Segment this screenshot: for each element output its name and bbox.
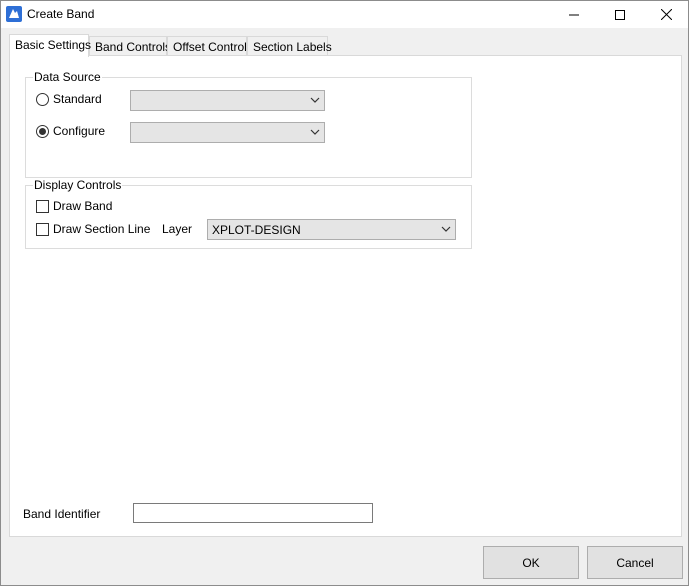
chevron-down-icon <box>310 97 320 103</box>
draw-section-line-checkbox[interactable] <box>36 223 49 236</box>
minimize-icon <box>569 14 579 15</box>
standard-label: Standard <box>53 92 102 106</box>
configure-radio[interactable] <box>36 125 49 138</box>
band-identifier-label: Band Identifier <box>23 507 101 521</box>
chevron-down-icon <box>310 129 320 135</box>
window-title: Create Band <box>27 7 95 21</box>
layer-combo-value: XPLOT-DESIGN <box>212 223 301 237</box>
maximize-button[interactable] <box>597 1 643 28</box>
draw-band-label: Draw Band <box>53 199 113 213</box>
maximize-icon <box>615 9 625 20</box>
band-identifier-input[interactable] <box>133 503 373 523</box>
tab-band-controls[interactable]: Band Controls <box>89 36 171 56</box>
display-controls-group: Display Controls Draw Band Draw Section … <box>25 178 472 249</box>
layer-label: Layer <box>162 222 193 236</box>
configure-combo[interactable] <box>130 122 325 143</box>
configure-label: Configure <box>53 124 106 138</box>
draw-section-line-label: Draw Section Line <box>53 222 151 236</box>
app-logo-icon <box>6 6 22 22</box>
close-icon <box>660 9 672 20</box>
cancel-button[interactable]: Cancel <box>587 546 683 579</box>
standard-radio[interactable] <box>36 93 49 106</box>
ok-button[interactable]: OK <box>483 546 579 579</box>
data-source-group: Data Source Standard Configure <box>25 70 472 178</box>
tab-section-labels[interactable]: Section Labels <box>247 36 332 56</box>
chevron-down-icon <box>441 226 451 232</box>
tab-basic-settings[interactable]: Basic Settings <box>9 34 91 57</box>
draw-band-checkbox[interactable] <box>36 200 49 213</box>
dialog-window: Create Band Basic Settings Band Controls… <box>0 0 689 586</box>
tab-offset-controls[interactable]: Offset Controls <box>167 36 253 56</box>
data-source-legend: Data Source <box>33 70 102 84</box>
close-button[interactable] <box>643 1 689 28</box>
display-controls-legend: Display Controls <box>33 178 123 192</box>
standard-combo[interactable] <box>130 90 325 111</box>
layer-combo[interactable]: XPLOT-DESIGN <box>207 219 456 240</box>
basic-settings-panel: Data Source Standard Configure Display C… <box>9 55 682 537</box>
title-bar[interactable]: Create Band <box>1 1 688 28</box>
minimize-button[interactable] <box>551 1 597 28</box>
